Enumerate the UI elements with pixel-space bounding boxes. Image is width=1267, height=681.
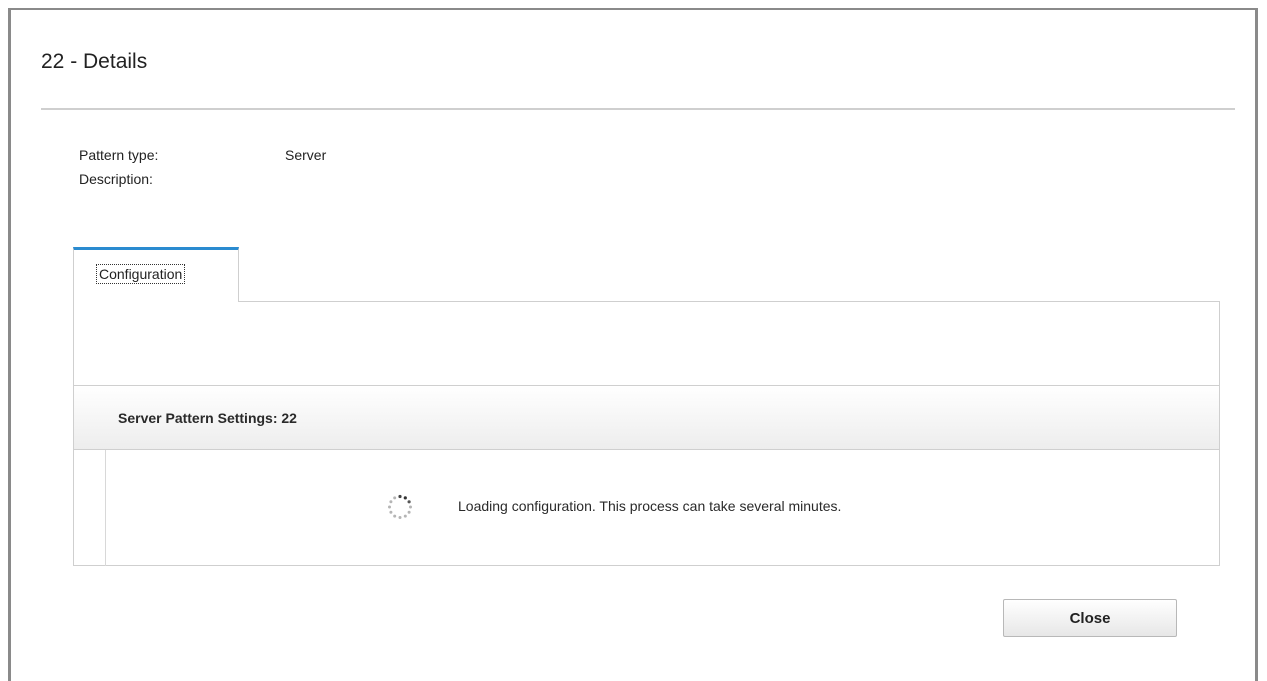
details-dialog: 22 - Details Pattern type: Server Descri… bbox=[8, 8, 1258, 681]
pattern-type-value: Server bbox=[285, 147, 327, 163]
dialog-title: 22 - Details bbox=[41, 50, 148, 73]
description-label: Description: bbox=[79, 171, 153, 187]
loading-spinner-icon bbox=[388, 494, 412, 519]
loading-message: Loading configuration. This process can … bbox=[458, 498, 842, 514]
tab-configuration[interactable]: Configuration bbox=[73, 247, 239, 302]
close-button[interactable]: Close bbox=[1003, 599, 1177, 637]
configuration-panel: Server Pattern Settings: 22 Loading conf… bbox=[73, 301, 1220, 566]
section-header: Server Pattern Settings: 22 bbox=[74, 386, 1219, 450]
section-title: Server Pattern Settings: 22 bbox=[118, 410, 297, 426]
title-divider bbox=[41, 108, 1235, 110]
tab-configuration-label: Configuration bbox=[96, 264, 186, 284]
server-pattern-settings-section: Server Pattern Settings: 22 Loading conf… bbox=[74, 385, 1219, 566]
pattern-type-label: Pattern type: bbox=[79, 147, 159, 163]
